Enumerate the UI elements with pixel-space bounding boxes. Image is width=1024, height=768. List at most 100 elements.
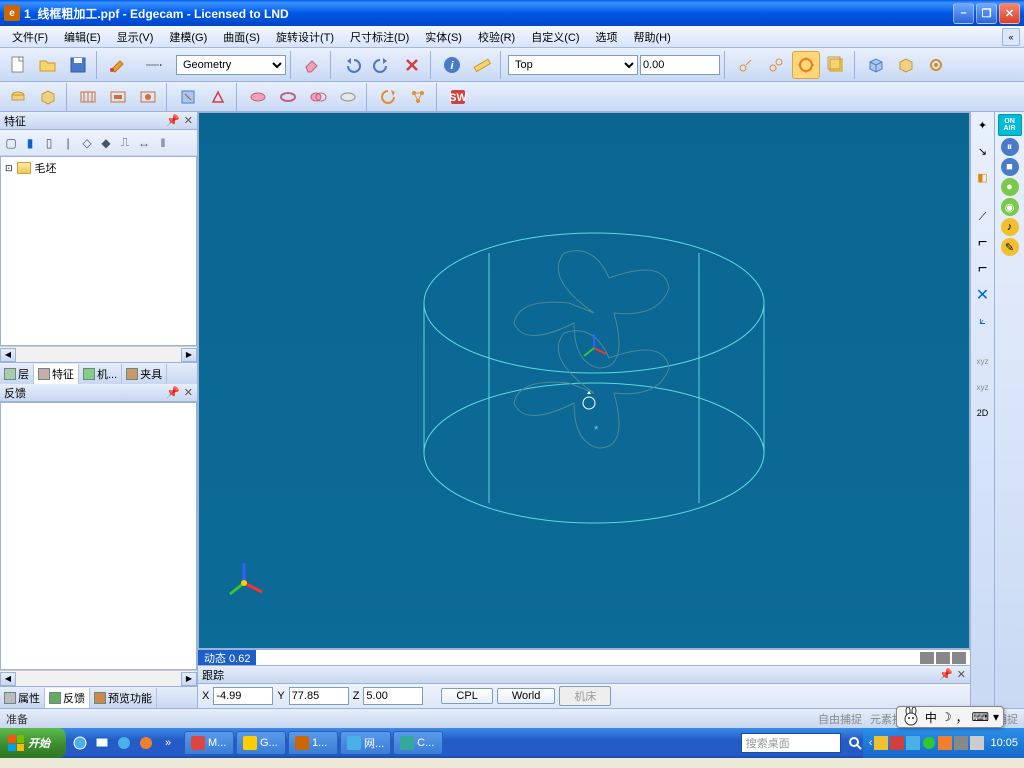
line-style-button[interactable] [134,51,174,79]
pin-icon[interactable]: 📌 [166,114,180,127]
tray-icon[interactable] [970,736,984,750]
op7-button[interactable] [204,83,232,111]
r1-xyz1-icon[interactable]: xyz [971,350,995,372]
ql-more-icon[interactable]: » [158,732,178,754]
status-snap1[interactable]: 自由捕捉 [818,711,862,727]
op10-button[interactable] [304,83,332,111]
tray-icon[interactable] [922,736,936,750]
tab-preview[interactable]: 预览功能 [90,688,157,708]
menu-edit[interactable]: 编辑(E) [56,27,109,47]
op2-button[interactable] [34,83,62,111]
box-button[interactable] [892,51,920,79]
ime-menu-icon[interactable]: ▾ [993,710,999,724]
op12-button[interactable] [374,83,402,111]
settings-button[interactable] [922,51,950,79]
tab-feedback[interactable]: 反馈 [45,688,90,708]
ql-ie2-icon[interactable] [114,732,134,754]
eraser-button[interactable] [298,51,326,79]
delete-button[interactable] [398,51,426,79]
expand-icon[interactable]: ⊡ [5,163,13,174]
redo-button[interactable] [368,51,396,79]
panel-close-icon[interactable]: ✕ [184,114,193,127]
ql-desktop-icon[interactable] [92,732,112,754]
ft-btn6[interactable]: ◆ [97,133,115,153]
op1-button[interactable] [4,83,32,111]
x-input[interactable] [213,687,273,705]
scroll-left-icon[interactable]: ◀ [0,672,16,686]
viewport-3d[interactable]: * [198,112,970,649]
tray-icon[interactable] [906,736,920,750]
menu-model[interactable]: 建模(G) [161,27,215,47]
r1-ruler-icon[interactable]: ⟋ [971,206,995,228]
tree-hscroll[interactable]: ◀ ▶ [0,346,197,362]
op4-button[interactable] [104,83,132,111]
ft-btn4[interactable]: | [59,133,77,153]
menu-surface[interactable]: 曲面(S) [215,27,268,47]
features-tree[interactable]: ⊡ 毛坯 [0,156,197,346]
new-button[interactable] [4,51,32,79]
r1-x-icon[interactable]: ✕ [971,284,995,306]
maximize-button[interactable]: ❐ [976,3,997,24]
desktop-search[interactable]: 搜索桌面 [741,733,841,753]
machine-button[interactable]: 机床 [559,686,611,706]
r1-curve2-icon[interactable]: ⌐ [971,258,995,280]
vb-icon2[interactable] [936,652,950,664]
op13-button[interactable] [404,83,432,111]
z-input[interactable] [363,687,423,705]
rc-pencil-icon[interactable]: ✎ [1001,238,1019,256]
minimize-button[interactable]: – [953,3,974,24]
scroll-right-icon[interactable]: ▶ [181,348,197,362]
tab-fixture[interactable]: 夹具 [122,364,167,384]
menu-options[interactable]: 选项 [588,27,626,47]
task-item[interactable]: C... [393,731,443,755]
r1-target-icon[interactable]: ✦ [971,114,995,136]
r1-2d-icon[interactable]: 2D [971,402,995,424]
op6-button[interactable] [174,83,202,111]
ime-mode[interactable]: 中 [925,709,937,726]
measure-button[interactable] [468,51,496,79]
coord-input[interactable] [640,55,720,75]
solidworks-button[interactable]: SW [444,83,472,111]
save-button[interactable] [64,51,92,79]
cube-button[interactable] [862,51,890,79]
menu-file[interactable]: 文件(F) [4,27,56,47]
tray-icon[interactable] [938,736,952,750]
tab-props[interactable]: 属性 [0,688,45,708]
feedback-hscroll[interactable]: ◀ ▶ [0,670,197,686]
onair-button[interactable]: ONAIR [998,114,1022,136]
y-input[interactable] [289,687,349,705]
scroll-right-icon[interactable]: ▶ [181,672,197,686]
r1-xyz2-icon[interactable]: xyz [971,376,995,398]
tab-features[interactable]: 特征 [34,364,79,384]
ime-comma-icon[interactable]: ， [956,709,968,726]
scroll-left-icon[interactable]: ◀ [0,348,16,362]
world-button[interactable]: World [497,688,556,704]
op3-button[interactable] [74,83,102,111]
ft-btn5[interactable]: ◇ [78,133,96,153]
tray-icon[interactable] [954,736,968,750]
op9-button[interactable] [274,83,302,111]
menu-dim[interactable]: 尺寸标注(D) [342,27,417,47]
vb-icon1[interactable] [920,652,934,664]
menu-overflow-button[interactable]: « [1002,28,1020,46]
vb-icon3[interactable] [952,652,966,664]
ql-media-icon[interactable] [136,732,156,754]
r1-box-icon[interactable]: ◧ [971,166,995,188]
r1-curve1-icon[interactable]: ⌐ [971,232,995,254]
op5-button[interactable] [134,83,162,111]
layer-select[interactable]: Geometry [176,55,286,75]
start-button[interactable]: 开始 [0,728,66,758]
ft-btn2[interactable]: ▮ [21,133,39,153]
clock[interactable]: 10:05 [986,737,1018,749]
menu-custom[interactable]: 自定义(C) [523,27,587,47]
tray-icon[interactable] [890,736,904,750]
close-button[interactable]: ✕ [999,3,1020,24]
rc-stop-icon[interactable]: ■ [1001,158,1019,176]
ft-btn7[interactable]: ⎍ [116,133,134,153]
search-go-icon[interactable] [847,735,863,751]
tool-c-button[interactable] [792,51,820,79]
tab-machine[interactable]: 机... [79,364,122,384]
brush-button[interactable] [104,51,132,79]
undo-button[interactable] [338,51,366,79]
pin-icon[interactable]: 📌 [939,668,953,681]
